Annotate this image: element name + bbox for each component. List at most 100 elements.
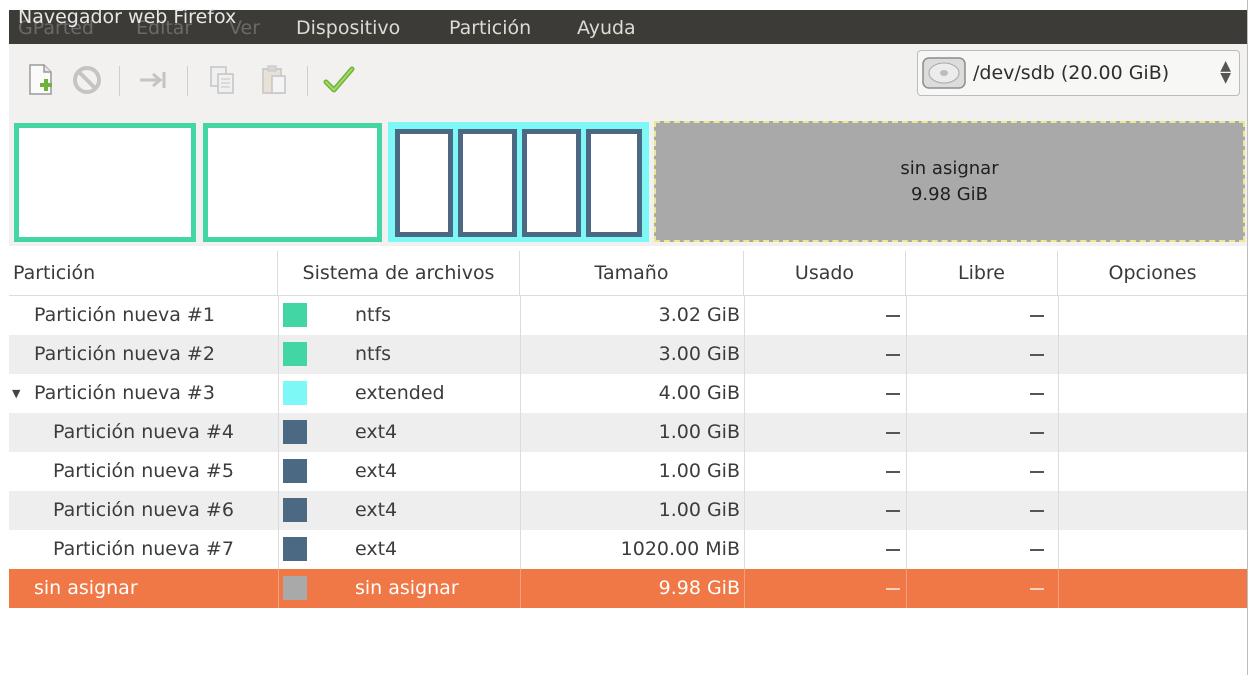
- column-opciones[interactable]: Opciones: [1058, 251, 1247, 295]
- used-value: [886, 549, 900, 551]
- apply-button[interactable]: [319, 60, 359, 100]
- graph-partition-6[interactable]: [522, 129, 581, 237]
- table-row[interactable]: sin asignar sin asignar 9.98 GiB: [9, 569, 1247, 608]
- column-divider: [278, 452, 279, 491]
- column-divider: [1058, 491, 1059, 530]
- filesystem-color-swatch: [283, 498, 307, 522]
- table-row[interactable]: Partición nueva #1 ntfs 3.02 GiB: [9, 296, 1247, 335]
- partition-name: Partición nueva #1: [34, 304, 215, 326]
- partition-size: 4.00 GiB: [658, 382, 740, 404]
- column-usado[interactable]: Usado: [744, 251, 906, 295]
- filesystem-color-swatch: [283, 537, 307, 561]
- column-divider: [1058, 335, 1059, 374]
- filesystem-color-swatch: [283, 381, 307, 405]
- column-divider: [1058, 530, 1059, 569]
- column-divider: [520, 335, 521, 374]
- used-value: [886, 471, 900, 473]
- column-divider: [906, 296, 907, 335]
- table-row[interactable]: Partición nueva #5 ext4 1.00 GiB: [9, 452, 1247, 491]
- resize-move-icon: [140, 72, 166, 88]
- partition-name: sin asignar: [34, 577, 138, 599]
- column-divider: [520, 413, 521, 452]
- filesystem-color-swatch: [283, 459, 307, 483]
- graph-unallocated-label: sin asignar: [900, 157, 999, 179]
- menu-dispositivo[interactable]: Dispositivo: [296, 17, 400, 39]
- column-divider: [278, 413, 279, 452]
- graph-unallocated-size: 9.98 GiB: [910, 183, 989, 205]
- partition-size: 1.00 GiB: [658, 499, 740, 521]
- graph-partition-5[interactable]: [458, 129, 517, 237]
- filesystem-color-swatch: [283, 303, 307, 327]
- free-value: [1030, 432, 1044, 434]
- table-row[interactable]: Partición nueva #2 ntfs 3.00 GiB: [9, 335, 1247, 374]
- chevron-updown-icon: ▲ ▼: [1220, 58, 1231, 86]
- expander-icon[interactable]: ▼: [12, 374, 20, 413]
- table-row[interactable]: Partición nueva #6 ext4 1.00 GiB: [9, 491, 1247, 530]
- resize-move-button[interactable]: [133, 60, 173, 100]
- table-row[interactable]: Partición nueva #4 ext4 1.00 GiB: [9, 413, 1247, 452]
- column-divider: [906, 530, 907, 569]
- column-divider: [1058, 413, 1059, 452]
- table-row[interactable]: ▼ Partición nueva #3 extended 4.00 GiB: [9, 374, 1247, 413]
- filesystem: ext4: [355, 538, 398, 560]
- partition-size: 1.00 GiB: [658, 460, 740, 482]
- copy-button[interactable]: [202, 60, 242, 100]
- device-label: /dev/sdb (20.00 GiB): [973, 62, 1170, 84]
- column-particion[interactable]: Partición: [9, 251, 278, 295]
- free-value: [1030, 588, 1044, 590]
- column-divider: [906, 491, 907, 530]
- graph-partition-7[interactable]: [586, 129, 642, 237]
- column-divider: [278, 374, 279, 413]
- column-divider: [278, 569, 279, 608]
- used-value: [886, 315, 900, 317]
- graph-partition-4[interactable]: [395, 129, 453, 237]
- used-value: [886, 588, 900, 590]
- free-value: [1030, 510, 1044, 512]
- filesystem: ntfs: [355, 343, 392, 365]
- new-partition-button[interactable]: [21, 60, 61, 100]
- graph-partition-2[interactable]: [203, 123, 382, 242]
- column-divider: [1058, 296, 1059, 335]
- filesystem: sin asignar: [355, 577, 459, 599]
- column-divider: [520, 491, 521, 530]
- device-selector[interactable]: /dev/sdb (20.00 GiB) ▲ ▼: [917, 50, 1240, 96]
- window-right-edge: [1247, 0, 1256, 675]
- delete-button[interactable]: [67, 60, 107, 100]
- used-value: [886, 510, 900, 512]
- harddisk-icon: [922, 57, 966, 89]
- menu-ayuda[interactable]: Ayuda: [577, 17, 636, 39]
- filesystem: ext4: [355, 499, 398, 521]
- graph-partition-1[interactable]: [14, 123, 196, 242]
- column-divider: [744, 413, 745, 452]
- column-divider: [744, 530, 745, 569]
- column-divider: [744, 374, 745, 413]
- new-partition-icon: [29, 64, 52, 95]
- partition-size: 1.00 GiB: [658, 421, 740, 443]
- partition-size: 9.98 GiB: [658, 577, 740, 599]
- column-sistema-archivos[interactable]: Sistema de archivos: [278, 251, 520, 295]
- toolbar-separator: [307, 66, 308, 96]
- table-row[interactable]: Partición nueva #7 ext4 1020.00 MiB: [9, 530, 1247, 569]
- used-value: [886, 432, 900, 434]
- filesystem-color-swatch: [283, 576, 307, 600]
- column-divider: [278, 491, 279, 530]
- column-divider: [1058, 452, 1059, 491]
- copy-icon: [210, 66, 234, 94]
- column-divider: [906, 452, 907, 491]
- column-divider: [1058, 569, 1059, 608]
- filesystem-color-swatch: [283, 342, 307, 366]
- partition-size: 1020.00 MiB: [620, 538, 740, 560]
- menu-particion[interactable]: Partición: [449, 17, 531, 39]
- paste-button[interactable]: [254, 60, 294, 100]
- graph-unallocated[interactable]: sin asignar 9.98 GiB: [654, 121, 1245, 242]
- column-divider: [744, 335, 745, 374]
- filesystem: ext4: [355, 421, 398, 443]
- column-tamano[interactable]: Tamaño: [520, 251, 744, 295]
- table-header: Partición Sistema de archivos Tamaño Usa…: [9, 251, 1247, 296]
- column-libre[interactable]: Libre: [906, 251, 1058, 295]
- column-divider: [906, 374, 907, 413]
- column-divider: [744, 569, 745, 608]
- paste-icon: [262, 65, 286, 94]
- graph-partition-3-extended[interactable]: [388, 122, 649, 242]
- used-value: [886, 354, 900, 356]
